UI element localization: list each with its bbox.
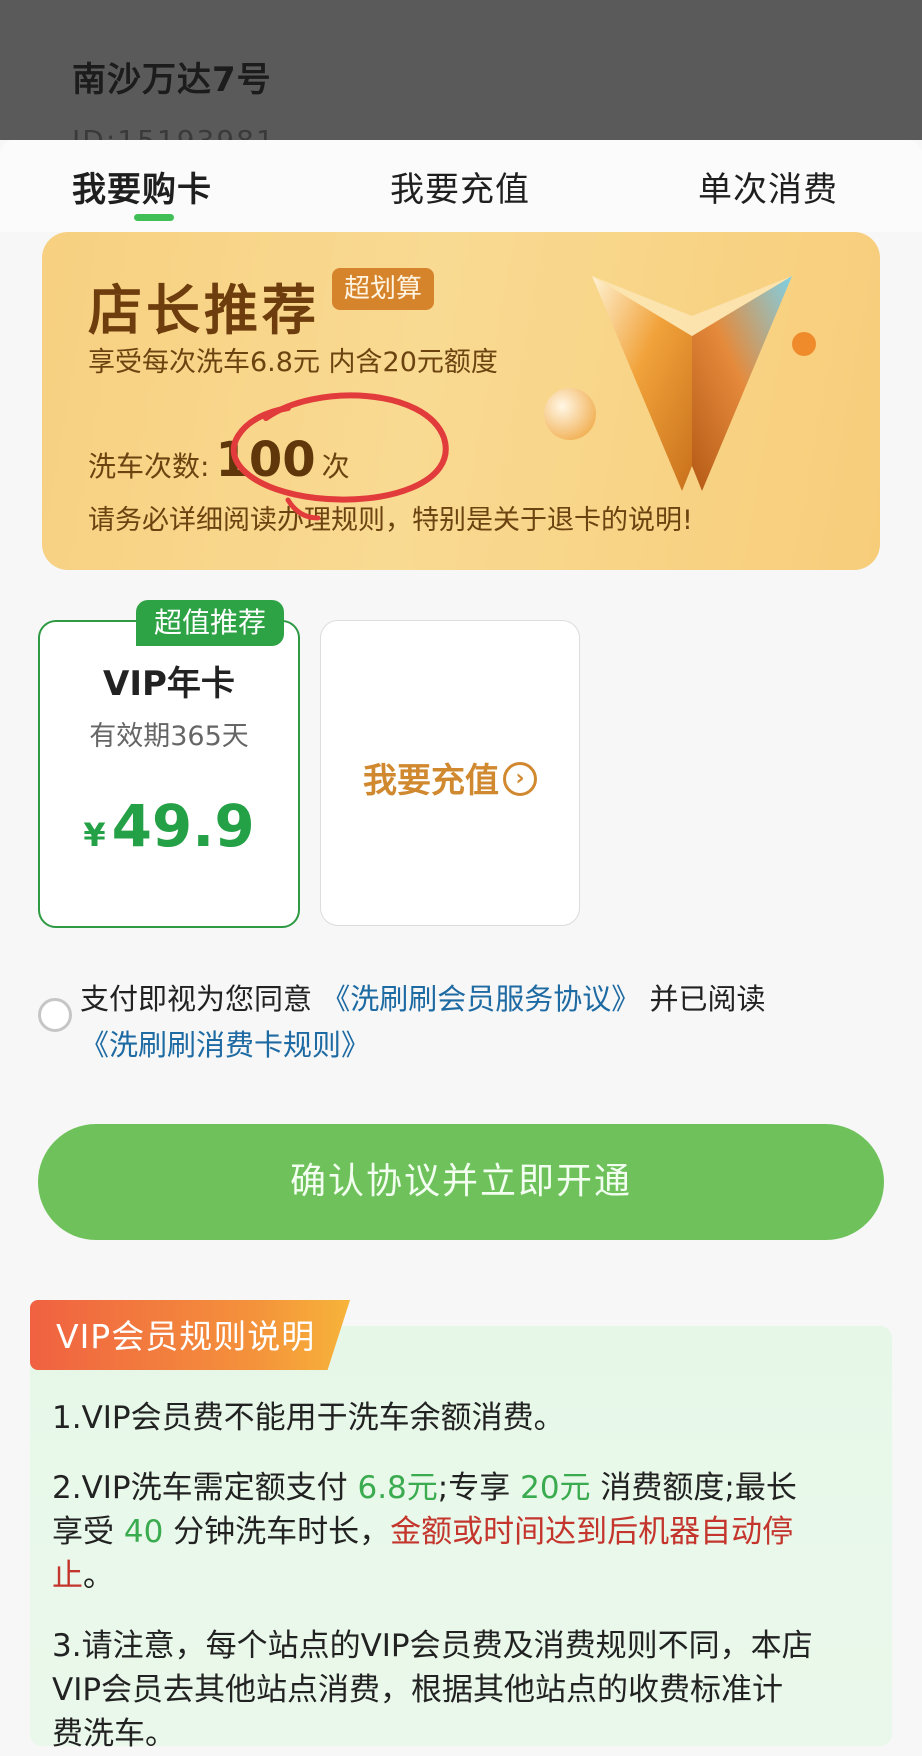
rule-2-text-a: 2.VIP洗车需定额支付	[52, 1470, 348, 1506]
rule-2-minutes: 40	[123, 1514, 164, 1550]
agreement-text: 支付即视为您同意 《洗刷刷会员服务协议》 并已阅读	[80, 976, 765, 1018]
agreement-text-line2: 《洗刷刷消费卡规则》	[80, 1022, 370, 1064]
best-value-tag: 超值推荐	[136, 600, 285, 646]
recharge-card-text: 我要充值	[363, 761, 499, 801]
rule-2-text-c: ;专享	[437, 1470, 511, 1506]
vip-card-title: VIP年卡	[103, 664, 235, 704]
rule-2-price: 6.8元	[357, 1470, 438, 1506]
rule-3-line-2: VIP会员去其他站点消费，根据其他站点的收费标准计	[52, 1672, 784, 1708]
store-id: ID:15193981	[72, 124, 276, 140]
rule-2-period: 。	[83, 1558, 114, 1594]
rule-3-line-3: 费洗车。	[52, 1716, 176, 1752]
v-logo-icon	[592, 276, 816, 491]
rule-2-warning: 金额或时间达到后机器自动停	[390, 1514, 794, 1550]
rule-2-text-e: 消费额度;最长	[600, 1470, 797, 1506]
rule-2-text-h: 分钟洗车时长，	[173, 1514, 391, 1550]
manager-recommend-banner[interactable]: 店长推荐 超划算 享受每次洗车6.8元 内含20元额度 洗车次数: 100 次 请务…	[42, 232, 880, 570]
rule-3-line-1: 3.请注意，每个站点的VIP会员费及消费规则不同，本店	[52, 1628, 813, 1664]
rule-2-text-f: 享受	[52, 1514, 114, 1550]
member-service-agreement-link[interactable]: 《洗刷刷会员服务协议》	[321, 982, 640, 1016]
rule-2-quota: 20元	[520, 1470, 591, 1506]
tab-recharge[interactable]: 我要充值	[390, 162, 530, 211]
rule-1: 1.VIP会员费不能用于洗车余额消费。	[52, 1400, 565, 1436]
hand-drawn-circle-mark	[230, 392, 449, 521]
agreement-prefix: 支付即视为您同意	[80, 982, 313, 1016]
tab-buy-card[interactable]: 我要购卡	[72, 162, 212, 211]
decorative-orb-icon	[544, 388, 596, 440]
rule-2-line-2: 享受 40 分钟洗车时长，金额或时间达到后机器自动停	[52, 1510, 793, 1554]
tab-active-indicator	[134, 214, 174, 221]
store-name: 南沙万达7号	[72, 60, 272, 100]
promo-title: 店长推荐	[88, 279, 320, 342]
rule-2-line-3: 止。	[52, 1554, 114, 1598]
tab-single-purchase[interactable]: 单次消费	[698, 162, 838, 211]
promo-description: 享受每次洗车6.8元 内含20元额度	[88, 347, 498, 378]
price-amount: 49.9	[111, 792, 255, 860]
rule-2-line-1: 2.VIP洗车需定额支付 6.8元;专享 20元 消费额度;最长	[52, 1466, 797, 1510]
rule-2-warning-end: 止	[52, 1558, 83, 1594]
wash-count-label: 洗车次数:	[88, 450, 210, 483]
agreement-radio[interactable]	[38, 998, 72, 1032]
recharge-card-label: 我要充值 ›	[321, 753, 579, 802]
store-header: 南沙万达7号 ID:15193981	[0, 0, 922, 140]
vip-rules-title: VIP会员规则说明	[56, 1317, 316, 1356]
agreement-middle: 并已阅读	[649, 982, 766, 1016]
vip-card-validity: 有效期365天	[89, 721, 249, 752]
promo-badge: 超划算	[332, 268, 435, 310]
confirm-and-activate-button[interactable]: 确认协议并立即开通	[38, 1124, 884, 1240]
vip-card-price: ¥49.9	[40, 792, 298, 860]
chevron-right-circle-icon: ›	[503, 761, 537, 796]
vip-annual-card[interactable]: 超值推荐 VIP年卡 有效期365天 ¥49.9	[38, 600, 300, 928]
consumption-card-rules-link[interactable]: 《洗刷刷消费卡规则》	[80, 1028, 370, 1062]
price-currency: ¥	[83, 816, 106, 854]
recharge-card[interactable]: 我要充值 ›	[320, 620, 580, 926]
